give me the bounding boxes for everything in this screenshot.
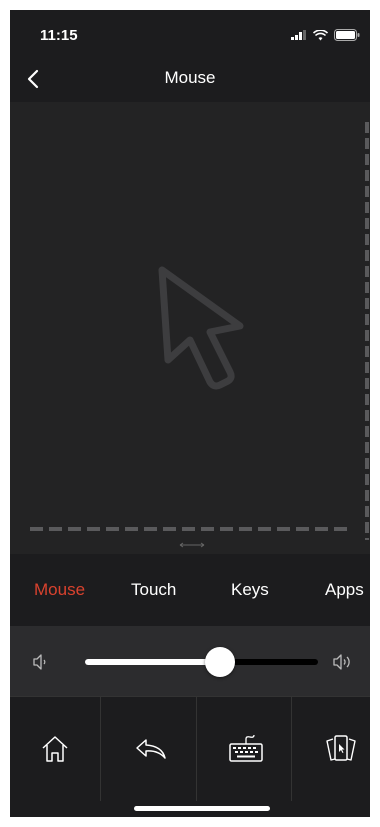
status-bar: 11:15 bbox=[10, 10, 370, 56]
status-icons bbox=[291, 29, 360, 41]
bottom-toolbar bbox=[10, 696, 370, 801]
cursor-icon bbox=[158, 266, 244, 390]
volume-slider[interactable] bbox=[85, 647, 318, 677]
back-button[interactable] bbox=[106, 697, 197, 801]
mode-tabs: Mouse Touch Keys Apps bbox=[10, 554, 370, 626]
home-button[interactable] bbox=[10, 697, 101, 801]
tab-keys[interactable]: Keys bbox=[231, 580, 269, 600]
volume-low-icon[interactable] bbox=[30, 651, 52, 673]
horizontal-scroll-strip[interactable] bbox=[30, 525, 352, 533]
app-switch-button[interactable] bbox=[296, 697, 370, 801]
volume-high-icon[interactable] bbox=[331, 651, 353, 673]
home-indicator[interactable] bbox=[134, 806, 270, 811]
touchpad-area[interactable] bbox=[10, 102, 370, 554]
page-title: Mouse bbox=[164, 68, 216, 87]
tab-touch[interactable]: Touch bbox=[131, 580, 176, 600]
back-arrow-icon bbox=[136, 739, 166, 759]
keyboard-button[interactable] bbox=[201, 697, 292, 801]
volume-slider-fill bbox=[85, 659, 221, 665]
tab-apps[interactable]: Apps bbox=[325, 580, 364, 600]
signal-icon bbox=[291, 30, 306, 40]
phone-screen: 11:15 Mouse Mouse Touch Keys Apps bbox=[10, 10, 370, 817]
home-icon bbox=[42, 736, 68, 762]
nav-bar: Mouse bbox=[10, 56, 370, 102]
horizontal-resize-icon bbox=[179, 542, 205, 548]
volume-control bbox=[10, 626, 370, 696]
wifi-icon bbox=[313, 29, 328, 40]
volume-slider-thumb[interactable] bbox=[205, 647, 236, 677]
keyboard-icon bbox=[229, 734, 263, 762]
app-switch-icon bbox=[326, 735, 356, 761]
tab-mouse[interactable]: Mouse bbox=[34, 580, 85, 600]
vertical-scroll-strip[interactable] bbox=[363, 122, 370, 540]
status-time: 11:15 bbox=[40, 27, 78, 44]
battery-icon bbox=[334, 29, 360, 41]
